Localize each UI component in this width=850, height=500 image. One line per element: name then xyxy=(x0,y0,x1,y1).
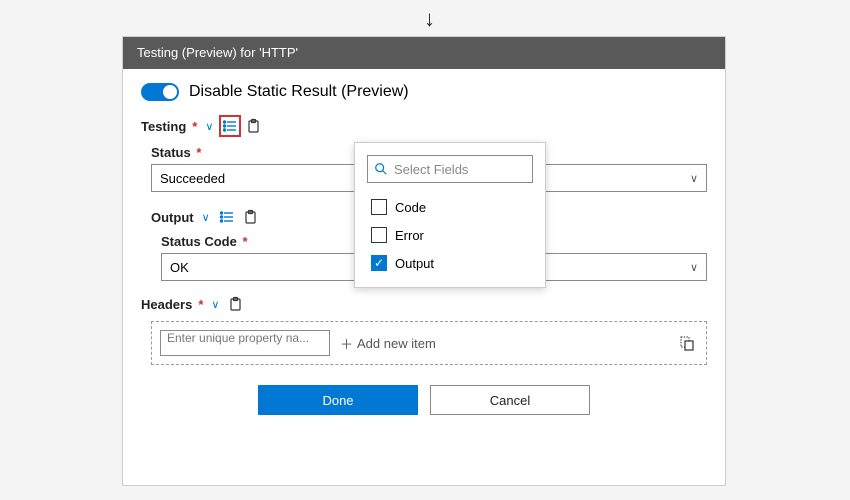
pointer-arrow: ↓ xyxy=(424,6,435,32)
status-code-value: OK xyxy=(170,260,189,275)
checkbox-icon xyxy=(371,227,387,243)
headers-container: Enter unique property na... ＋ Add new it… xyxy=(151,321,707,365)
checkbox-icon xyxy=(371,199,387,215)
chevron-down-icon[interactable]: ∨ xyxy=(211,298,219,311)
search-placeholder: Select Fields xyxy=(394,162,468,177)
testing-label: Testing* xyxy=(141,119,197,134)
field-option-output[interactable]: ✓ Output xyxy=(367,249,533,277)
header-key-input[interactable]: Enter unique property na... xyxy=(160,330,330,356)
field-option-error[interactable]: Error xyxy=(367,221,533,249)
headers-label: Headers * xyxy=(141,297,203,312)
status-value: Succeeded xyxy=(160,171,225,186)
select-fields-icon[interactable] xyxy=(219,115,241,137)
search-icon xyxy=(374,162,388,176)
select-fields-icon[interactable] xyxy=(216,206,238,228)
field-option-code[interactable]: Code xyxy=(367,193,533,221)
output-label: Output xyxy=(151,210,194,225)
cancel-button[interactable]: Cancel xyxy=(430,385,590,415)
paste-icon[interactable] xyxy=(225,293,247,315)
chevron-down-icon[interactable]: ∨ xyxy=(202,211,210,224)
paste-json-icon[interactable] xyxy=(676,332,698,354)
chevron-down-icon: ∨ xyxy=(690,261,698,274)
done-button[interactable]: Done xyxy=(258,385,418,415)
select-fields-search[interactable]: Select Fields xyxy=(367,155,533,183)
chevron-down-icon: ∨ xyxy=(690,172,698,185)
paste-icon[interactable] xyxy=(243,115,265,137)
plus-icon: ＋ xyxy=(340,334,353,353)
select-fields-popup: Select Fields Code Error ✓ Output xyxy=(354,142,546,288)
chevron-down-icon[interactable]: ∨ xyxy=(205,120,213,133)
static-result-toggle[interactable] xyxy=(141,83,179,101)
add-new-item-button[interactable]: ＋ Add new item xyxy=(340,334,436,353)
paste-icon[interactable] xyxy=(240,206,262,228)
checkbox-checked-icon: ✓ xyxy=(371,255,387,271)
dialog-title: Testing (Preview) for 'HTTP' xyxy=(123,37,725,69)
static-result-label: Disable Static Result (Preview) xyxy=(189,83,409,101)
